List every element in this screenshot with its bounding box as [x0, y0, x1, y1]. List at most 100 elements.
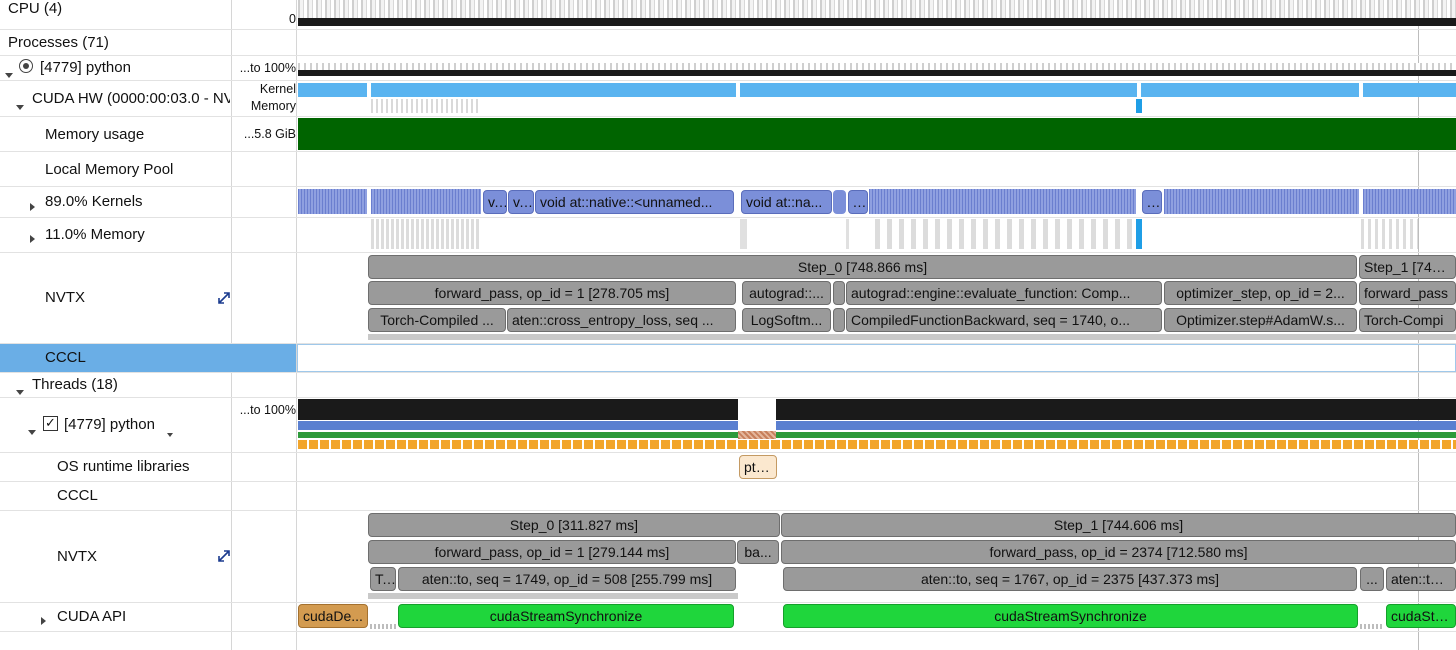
nvtx-thread-range[interactable]: aten::to, seq	[1386, 567, 1456, 591]
memory-ops-block[interactable]	[846, 219, 849, 249]
kernel-dense-block[interactable]	[869, 189, 1136, 214]
os-runtime-call[interactable]: pth...	[739, 455, 777, 479]
row-python-process[interactable]: [4779] python	[40, 59, 131, 76]
memory-ops-spike[interactable]	[1136, 219, 1142, 249]
nvtx-thread-range[interactable]: Step_1 [744.606 ms]	[781, 513, 1456, 537]
cuda-api-call[interactable]: cudaStrea	[1386, 604, 1456, 628]
cuda-api-call[interactable]: cudaStreamSynchronize	[398, 604, 734, 628]
nvtx-gpu-range[interactable]: optimizer_step, op_id = 2...	[1164, 281, 1357, 305]
nvtx-thread-range[interactable]: aten::to, seq = 1749, op_id = 508 [255.7…	[398, 567, 736, 591]
thread-blocked-strip	[738, 431, 776, 439]
nvtx-thread-range[interactable]: aten::to, seq = 1767, op_id = 2375 [437.…	[783, 567, 1357, 591]
thread-state-bar[interactable]	[298, 421, 738, 430]
thread-sample-ticks[interactable]	[298, 440, 1456, 449]
row-cpu[interactable]: CPU (4)	[8, 0, 62, 17]
row-processes[interactable]: Processes (71)	[8, 34, 109, 51]
nvtx-gpu-range[interactable]: Optimizer.step#AdamW.s...	[1164, 308, 1357, 332]
thread-usage-bar[interactable]	[776, 399, 1456, 420]
kernel-bar[interactable]: v...	[483, 190, 507, 214]
thread-checkbox[interactable]: ✓	[43, 416, 58, 431]
nvtx-thread-range[interactable]: ba...	[737, 540, 779, 564]
memory-usage-fill[interactable]	[298, 118, 1456, 150]
expand-cuda-api-icon[interactable]	[41, 612, 46, 629]
kernel-bar[interactable]: ...	[1142, 190, 1162, 214]
nvtx-gpu-range[interactable]: LogSoftm...	[742, 308, 831, 332]
cuda-api-call[interactable]: cudaStreamSynchronize	[783, 604, 1358, 628]
radio-icon[interactable]	[19, 59, 33, 73]
nvtx-gpu-range[interactable]: forward_pass, op_id = 1 [278.705 ms]	[368, 281, 736, 305]
cuda-hw-memory-ticks	[371, 99, 481, 113]
thread-dropdown-icon[interactable]	[167, 424, 173, 441]
row-memory[interactable]: 11.0% Memory	[45, 226, 145, 243]
row-os-runtime[interactable]: OS runtime libraries	[57, 458, 190, 475]
kernel-bar[interactable]: void at::na...	[741, 190, 832, 214]
cccl-timeline-selected[interactable]	[297, 344, 1456, 372]
cuda-api-call[interactable]: cudaDe...	[298, 604, 368, 628]
nvtx-thread-range[interactable]: forward_pass, op_id = 2374 [712.580 ms]	[781, 540, 1456, 564]
row-nvtx-thread[interactable]: NVTX	[57, 548, 97, 565]
cuda-hw-kernel-span[interactable]	[1141, 83, 1359, 97]
nvtx-thread-range[interactable]: Step_0 [311.827 ms]	[368, 513, 780, 537]
collapse-cuda-hw-icon[interactable]	[16, 97, 24, 114]
process-activity-ticks	[298, 63, 1456, 70]
memory-ops-block[interactable]	[1361, 219, 1418, 249]
cpu-activity-ticks[interactable]	[298, 0, 1456, 18]
thread-state-bar[interactable]	[776, 421, 1456, 430]
nvtx-gpu-range[interactable]: Step_0 [748.866 ms]	[368, 255, 1357, 279]
row-cccl[interactable]: CCCL	[45, 349, 86, 366]
expand-memory-icon[interactable]	[30, 230, 35, 247]
nvtx-gpu-range[interactable]: autograd::engine::evaluate_function: Com…	[846, 281, 1162, 305]
cuda-hw-kernel-span[interactable]	[740, 83, 1137, 97]
expand-kernels-icon[interactable]	[30, 198, 35, 215]
kernel-bar-small[interactable]	[833, 190, 846, 214]
nvtx-thread-range[interactable]: T...	[370, 567, 396, 591]
kernel-bar[interactable]: void at::native::<unnamed...	[535, 190, 734, 214]
memory-ops-block[interactable]	[740, 219, 747, 249]
memory-ops-block[interactable]	[875, 219, 1137, 249]
nvtx-gpu-range[interactable]: Torch-Compiled ...	[368, 308, 506, 332]
nvtx-gpu-range[interactable]: CompiledFunctionBackward, seq = 1740, o.…	[846, 308, 1162, 332]
cuda-hw-kernel-span[interactable]	[1363, 83, 1456, 97]
kernel-bar[interactable]: ...	[848, 190, 868, 214]
row-cuda-hw[interactable]: CUDA HW (0000:00:03.0 - NV	[32, 90, 230, 107]
kernel-dense-block[interactable]	[298, 189, 367, 214]
row-kernels[interactable]: 89.0% Kernels	[45, 193, 143, 210]
row-cccl-thread[interactable]: CCCL	[57, 487, 98, 504]
nvtx-thread-range[interactable]: forward_pass, op_id = 1 [279.144 ms]	[368, 540, 736, 564]
expand-arrows-icon[interactable]	[218, 550, 230, 562]
cuda-hw-scale-kernel: Kernel	[259, 82, 296, 96]
thread-usage-bar[interactable]	[298, 399, 738, 420]
row-nvtx-gpu[interactable]: NVTX	[45, 289, 85, 306]
cuda-hw-memory-spike[interactable]	[1136, 99, 1142, 113]
kernel-dense-block[interactable]	[1363, 189, 1456, 214]
collapse-process-icon[interactable]	[5, 65, 13, 82]
nvtx-gpu-range-small[interactable]	[833, 281, 845, 305]
cuda-hw-kernel-span[interactable]	[371, 83, 736, 97]
tree-divider[interactable]	[231, 0, 232, 650]
row-thread-python[interactable]: [4779] python	[64, 416, 155, 433]
nvtx-gpu-range[interactable]: autograd::...	[742, 281, 831, 305]
cuda-hw-kernel-span[interactable]	[298, 83, 367, 97]
row-cuda-api[interactable]: CUDA API	[57, 608, 126, 625]
nvtx-thread-depth-strip	[368, 593, 738, 599]
thread-green-strip	[298, 432, 738, 438]
nvtx-gpu-range[interactable]: Step_1 [743.6	[1359, 255, 1456, 279]
row-memory-usage[interactable]: Memory usage	[45, 126, 144, 143]
nvtx-gpu-range[interactable]: aten::cross_entropy_loss, seq ...	[507, 308, 736, 332]
row-local-memory-pool[interactable]: Local Memory Pool	[45, 161, 173, 178]
process-usage-bar[interactable]	[298, 70, 1456, 76]
memory-ops-block[interactable]	[371, 219, 481, 249]
nvtx-thread-range[interactable]: ...	[1360, 567, 1384, 591]
nvtx-gpu-range[interactable]: forward_pass	[1359, 281, 1456, 305]
kernel-dense-block[interactable]	[371, 189, 481, 214]
collapse-threads-icon[interactable]	[16, 382, 24, 399]
nvtx-gpu-range-small[interactable]	[833, 308, 845, 332]
row-threads[interactable]: Threads (18)	[32, 376, 118, 393]
expand-arrows-icon[interactable]	[218, 292, 230, 304]
scale-divider	[296, 0, 297, 650]
cpu-usage-bar[interactable]	[298, 18, 1456, 26]
kernel-bar[interactable]: v...	[508, 190, 534, 214]
kernel-dense-block[interactable]	[1164, 189, 1359, 214]
collapse-thread-python-icon[interactable]	[28, 422, 36, 439]
nvtx-gpu-range[interactable]: Torch-Compi	[1359, 308, 1456, 332]
